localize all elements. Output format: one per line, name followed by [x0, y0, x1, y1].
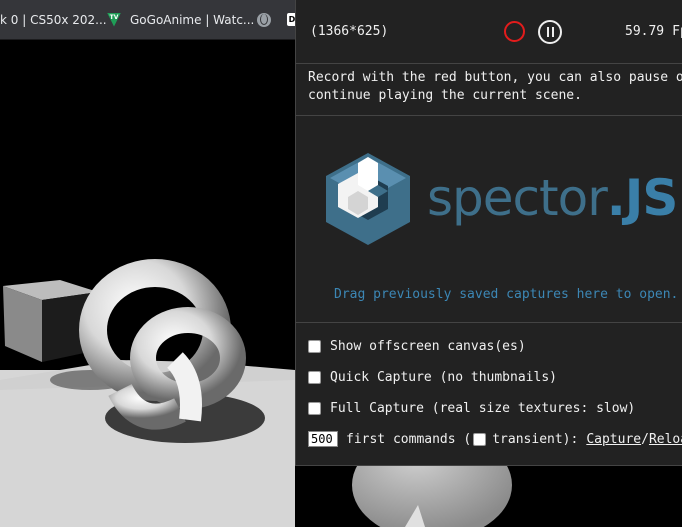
bookmark-globe[interactable] — [257, 0, 271, 39]
reload-link[interactable]: Reloa — [649, 432, 682, 447]
option-label: Quick Capture (no thumbnails) — [330, 370, 557, 385]
spector-panel: (1366*625) 59.79Fp Record with the red b… — [295, 0, 682, 466]
offscreen-checkbox[interactable] — [308, 340, 321, 353]
transient-label: transient): — [492, 431, 579, 447]
bookmark-label: k 0 | CS50x 202... — [0, 12, 107, 27]
bookmark-cs50[interactable]: k 0 | CS50x 202... — [0, 0, 107, 39]
transient-checkbox[interactable] — [473, 432, 487, 446]
help-line: Record with the red button, you can also… — [308, 70, 682, 85]
help-text: Record with the red button, you can also… — [296, 63, 682, 116]
fps-counter: 59.79Fp — [625, 24, 682, 39]
bookmark-gogoanime[interactable]: TV GoGoAnime | Watc... — [107, 0, 254, 39]
option-label: Show offscreen canvas(es) — [330, 339, 526, 354]
bookmark-label: GoGoAnime | Watc... — [130, 12, 255, 27]
option-quick-capture[interactable]: Quick Capture (no thumbnails) — [308, 370, 557, 385]
spector-logo-text: spector.JS — [427, 169, 678, 227]
option-commands: 500 first commands ( transient): Capture… — [308, 431, 682, 447]
option-full-capture[interactable]: Full Capture (real size textures: slow) — [308, 401, 635, 416]
record-button[interactable] — [504, 21, 525, 42]
torus-knot — [79, 259, 246, 430]
capture-toolbar: (1366*625) 59.79Fp — [296, 0, 682, 63]
globe-icon — [257, 12, 271, 27]
capture-options: Show offscreen canvas(es) Quick Capture … — [296, 323, 682, 465]
spector-logo-icon — [326, 153, 410, 245]
quick-capture-checkbox[interactable] — [308, 371, 321, 384]
commands-count-input[interactable]: 500 — [308, 431, 338, 447]
commands-label: first commands ( — [346, 431, 472, 447]
drop-zone[interactable]: spector.JS Drag previously saved capture… — [296, 117, 682, 323]
link-separator: / — [641, 431, 649, 447]
option-label: Full Capture (real size textures: slow) — [330, 401, 636, 416]
pause-button[interactable] — [538, 20, 562, 44]
help-line: continue playing the current scene. — [308, 88, 582, 103]
full-capture-checkbox[interactable] — [308, 402, 321, 415]
canvas-size: (1366*625) — [310, 24, 389, 39]
tv-icon: TV — [107, 12, 121, 27]
capture-link[interactable]: Capture — [586, 432, 641, 447]
drag-hint: Drag previously saved captures here to o… — [334, 287, 679, 302]
option-offscreen[interactable]: Show offscreen canvas(es) — [308, 339, 526, 354]
